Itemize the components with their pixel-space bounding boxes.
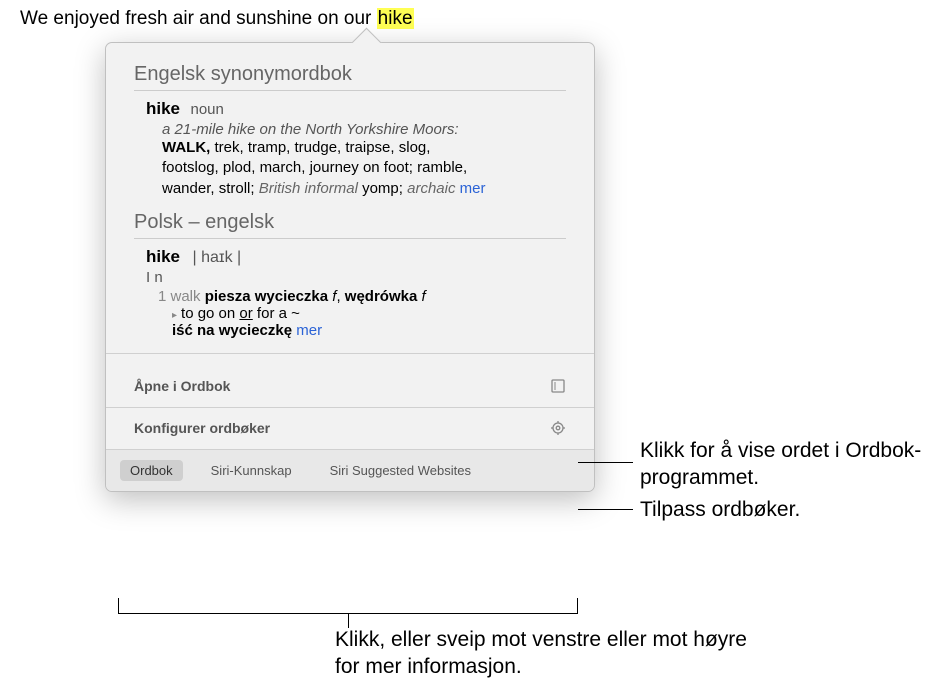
thesaurus-headword: hike xyxy=(146,99,180,118)
bilingual-section-title: Polsk – engelsk xyxy=(134,211,566,234)
definition-line: 1 walk piesza wycieczka f, wędrówka f xyxy=(158,288,566,305)
gear-icon xyxy=(549,420,566,437)
open-in-dictionary-label: Åpne i Ordbok xyxy=(134,378,230,394)
open-in-dictionary-row[interactable]: Åpne i Ordbok xyxy=(106,366,594,408)
thesaurus-example: a 21-mile hike on the North Yorkshire Mo… xyxy=(162,121,566,138)
part-of-speech: noun xyxy=(190,101,223,118)
callout-configure: Tilpass ordbøker. xyxy=(640,496,800,523)
pronunciation: | haɪk | xyxy=(192,249,241,266)
configure-dictionaries-label: Konfigurer ordbøker xyxy=(134,420,270,436)
book-icon xyxy=(549,378,566,395)
thesaurus-section-title: Engelsk synonymordbok xyxy=(134,63,566,86)
callout-line-open xyxy=(578,462,633,463)
lookup-content: Engelsk synonymordbok hike noun a 21-mil… xyxy=(106,43,594,366)
tab-siri-websites[interactable]: Siri Suggested Websites xyxy=(320,460,481,481)
sentence-pre: We enjoyed fresh air and sunshine on our xyxy=(20,8,377,29)
highlighted-word[interactable]: hike xyxy=(377,8,414,29)
thesaurus-synonyms: WALK, trek, tramp, trudge, traipse, slog… xyxy=(162,138,566,199)
callout-tabs: Klikk, eller sveip mot venstre eller mot… xyxy=(335,626,765,681)
more-link[interactable]: mer xyxy=(455,180,485,197)
idiom-translation: iść na wycieczkę mer xyxy=(172,322,566,339)
bilingual-headword: hike xyxy=(146,247,180,266)
tabs-bracket xyxy=(118,598,578,614)
tab-dictionary[interactable]: Ordbok xyxy=(120,460,183,481)
callout-open-in-dictionary: Klikk for å vise ordet i Ordbok-programm… xyxy=(640,437,940,492)
tabs-bar: Ordbok Siri-Kunnskap Siri Suggested Webs… xyxy=(106,449,594,491)
lookup-popover: Engelsk synonymordbok hike noun a 21-mil… xyxy=(105,42,595,492)
sense-roman: I n xyxy=(146,269,566,286)
tab-siri-knowledge[interactable]: Siri-Kunnskap xyxy=(201,460,302,481)
idiom-line: ▸to go on or for a ~ xyxy=(172,305,566,322)
more-link-2[interactable]: mer xyxy=(292,322,322,339)
context-sentence: We enjoyed fresh air and sunshine on our… xyxy=(20,8,414,30)
callout-line-configure xyxy=(578,509,633,510)
configure-dictionaries-row[interactable]: Konfigurer ordbøker xyxy=(106,408,594,449)
